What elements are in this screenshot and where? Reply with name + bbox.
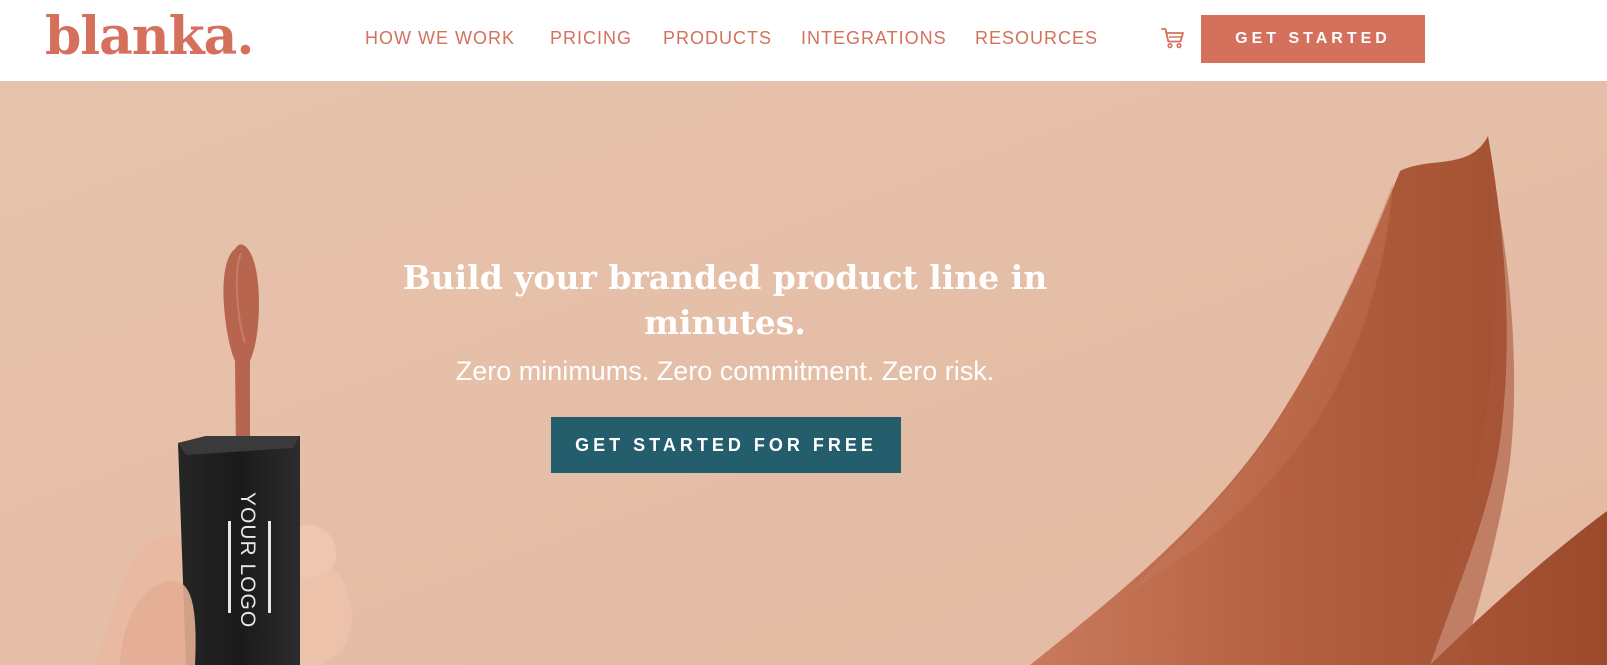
shopping-cart-icon[interactable]: [1161, 27, 1185, 49]
nav-item-how-we-work[interactable]: HOW WE WORK: [365, 26, 515, 50]
hero-subheadline: Zero minimums. Zero commitment. Zero ris…: [455, 356, 995, 386]
hero-section: YOUR LOGO Build your branded product lin…: [0, 81, 1607, 665]
hero-headline: Build your branded product line in minut…: [402, 258, 1048, 342]
get-started-free-button[interactable]: GET STARTED FOR FREE: [551, 417, 901, 473]
site-header: blanka. HOW WE WORK PRICING PRODUCTS INT…: [0, 0, 1607, 81]
nav-item-integrations[interactable]: INTEGRATIONS: [801, 26, 947, 50]
product-logo-text: YOUR LOGO: [236, 492, 259, 628]
brand-logo[interactable]: blanka.: [45, 4, 254, 70]
get-started-button[interactable]: GET STARTED: [1201, 15, 1425, 63]
nav-item-products[interactable]: PRODUCTS: [663, 26, 772, 50]
nav-item-resources[interactable]: RESOURCES: [975, 26, 1098, 50]
nav-item-pricing[interactable]: PRICING: [550, 26, 632, 50]
